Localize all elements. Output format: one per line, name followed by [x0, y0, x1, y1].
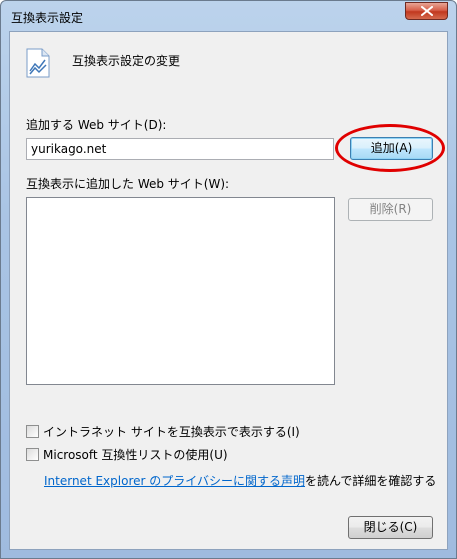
close-button[interactable]: 閉じる(C) — [348, 516, 433, 539]
intranet-option[interactable]: イントラネット サイトを互換表示で表示する(I) — [26, 423, 300, 439]
remove-button[interactable]: 削除(R) — [348, 198, 433, 221]
close-icon — [421, 6, 433, 16]
added-sites-list[interactable] — [26, 197, 335, 385]
add-site-label: 追加する Web サイト(D): — [26, 118, 167, 132]
added-sites-label: 互換表示に追加した Web サイト(W): — [26, 177, 230, 191]
intranet-checkbox-label: イントラネット サイトを互換表示で表示する(I) — [43, 424, 300, 439]
privacy-trailing-text: を読んで詳細を確認する — [305, 474, 437, 488]
window-title: 互換表示設定 — [11, 11, 84, 25]
close-window-button[interactable] — [405, 2, 448, 20]
dialog-content: 互換表示設定の変更 追加する Web サイト(D): yurikago.net … — [9, 31, 448, 550]
document-chart-icon — [26, 48, 50, 82]
microsoft-list-checkbox[interactable] — [26, 447, 39, 461]
annotation-circle — [335, 124, 445, 172]
privacy-statement: Internet Explorer のプライバシーに関する声明を読んで詳細を確認… — [44, 472, 436, 489]
title-bar[interactable]: 互換表示設定 — [1, 1, 456, 31]
microsoft-list-checkbox-label: Microsoft 互換性リストの使用(U) — [43, 447, 228, 462]
dialog-heading: 互換表示設定の変更 — [72, 54, 181, 68]
privacy-link[interactable]: Internet Explorer のプライバシーに関する声明 — [44, 474, 305, 488]
dialog-window: 互換表示設定 互換表示設定の変更 追加する Web サイト(D): yurika… — [0, 0, 457, 559]
microsoft-list-option[interactable]: Microsoft 互換性リストの使用(U) — [26, 446, 228, 462]
add-site-input[interactable]: yurikago.net — [26, 138, 334, 160]
intranet-checkbox[interactable] — [26, 424, 39, 438]
